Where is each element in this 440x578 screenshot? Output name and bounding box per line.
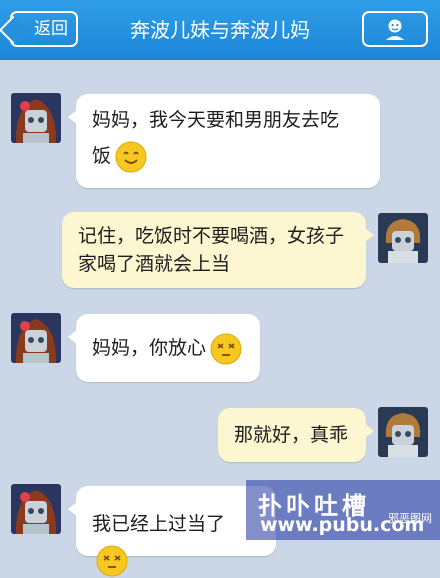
message-text: 家喝了酒就会上当 xyxy=(78,253,231,275)
dizzy-emoji-icon xyxy=(210,333,242,364)
smile-emoji-icon xyxy=(115,141,147,172)
message-bubble: 那就好，真乖 xyxy=(218,408,374,462)
back-button[interactable]: 返回 xyxy=(10,11,78,47)
message-bubble: 记住，吃饭时不要喝酒，女孩子 家喝了酒就会上当 xyxy=(62,212,374,288)
message-text: 记住，吃饭时不要喝酒，女孩子 xyxy=(78,225,345,247)
avatar-mother[interactable] xyxy=(378,407,428,457)
message-text: 妈妈，你放心 xyxy=(92,337,207,359)
chat-title: 奔波儿妹与奔波儿妈 xyxy=(130,18,310,42)
avatar-daughter[interactable] xyxy=(11,484,61,534)
dizzy-emoji-icon xyxy=(96,545,128,576)
chat-header: 返回 奔波儿妹与奔波儿妈 xyxy=(0,0,440,60)
back-button-label: 返回 xyxy=(34,19,68,39)
message-bubble: 妈妈，我今天要和男朋友去吃 饭 xyxy=(68,94,380,188)
watermark: 扑卟吐槽 www.pubu.com 邪恶图网 xyxy=(246,480,440,540)
avatar-daughter[interactable] xyxy=(11,313,61,363)
message-text: 我已经上过当了 xyxy=(92,513,226,535)
watermark-site: 邪恶图网 xyxy=(388,512,432,525)
message-text: 妈妈，我今天要和男朋友去吃 xyxy=(92,109,340,131)
avatar-daughter[interactable] xyxy=(11,93,61,143)
avatar-mother[interactable] xyxy=(378,213,428,263)
message-text: 那就好，真乖 xyxy=(234,424,349,446)
profile-button[interactable] xyxy=(362,11,428,47)
message-text: 饭 xyxy=(92,145,112,167)
message-bubble: 妈妈，你放心 xyxy=(68,314,260,382)
person-icon xyxy=(386,19,404,40)
